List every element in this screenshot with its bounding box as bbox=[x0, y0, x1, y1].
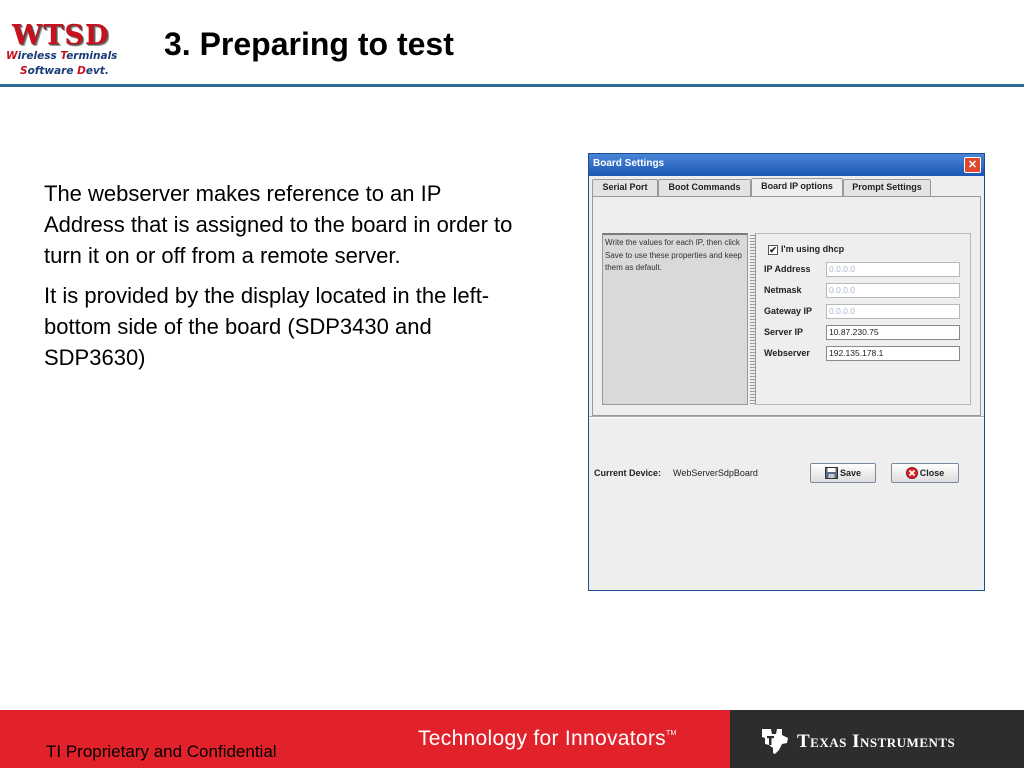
footer-slogan: Technology for InnovatorsTM bbox=[418, 727, 677, 751]
ip-address-label: IP Address bbox=[764, 264, 811, 274]
netmask-label: Netmask bbox=[764, 285, 802, 295]
confidential-notice: TI Proprietary and Confidential bbox=[46, 742, 277, 761]
logo-cap: S bbox=[20, 65, 28, 77]
dialog-separator bbox=[589, 416, 984, 418]
gateway-ip-label: Gateway IP bbox=[764, 306, 813, 316]
dhcp-label: I'm using dhcp bbox=[781, 244, 845, 254]
ip-address-field[interactable]: 0.0.0.0 bbox=[826, 262, 960, 277]
save-button[interactable]: Save bbox=[810, 463, 876, 483]
body-paragraph-2: It is provided by the display located in… bbox=[44, 283, 490, 370]
gateway-ip-field[interactable]: 0.0.0.0 bbox=[826, 304, 960, 319]
webserver-label: Webserver bbox=[764, 348, 810, 358]
header-divider bbox=[0, 84, 1024, 87]
close-label: Close bbox=[919, 468, 945, 478]
logo-cap: W bbox=[6, 50, 18, 62]
close-circle-icon bbox=[905, 467, 918, 479]
logo-text: erminals bbox=[66, 50, 118, 62]
checkbox-check-icon[interactable]: ✔ bbox=[768, 245, 778, 255]
tab-serial-port[interactable]: Serial Port bbox=[592, 179, 658, 196]
webserver-field[interactable]: 192.135.178.1 bbox=[826, 346, 960, 361]
current-device-label: Current Device: bbox=[594, 468, 662, 478]
ip-form: ✔ I'm using dhcp IP Address 0.0.0.0 Netma… bbox=[755, 233, 971, 405]
slide-body: The webserver makes reference to an IP A… bbox=[44, 178, 524, 382]
body-paragraph-1: The webserver makes reference to an IP A… bbox=[44, 181, 513, 268]
close-button[interactable]: Close bbox=[891, 463, 959, 483]
dhcp-checkbox[interactable]: ✔ I'm using dhcp bbox=[768, 244, 844, 255]
trademark-mark: TM bbox=[665, 730, 677, 737]
logo-line-1: Wireless Terminals bbox=[6, 50, 117, 62]
dialog-titlebar[interactable]: Board Settings ✕ bbox=[589, 154, 984, 176]
logo-text: oftware bbox=[27, 65, 78, 77]
company-name: Texas Instruments bbox=[797, 731, 956, 752]
current-device-value: WebServerSdpBoard bbox=[673, 468, 758, 478]
save-label: Save bbox=[839, 468, 862, 478]
board-ip-options-panel: Write the values for each IP, then click… bbox=[592, 196, 981, 416]
info-text: Write the values for each IP, then click… bbox=[602, 233, 748, 405]
netmask-field[interactable]: 0.0.0.0 bbox=[826, 283, 960, 298]
logo-cap: D bbox=[77, 65, 86, 77]
logo-text: evt. bbox=[85, 65, 109, 77]
tab-boot-commands[interactable]: Boot Commands bbox=[658, 179, 751, 196]
floppy-disk-icon bbox=[824, 467, 838, 479]
logo-text: ireless bbox=[17, 50, 61, 62]
window-close-icon[interactable]: ✕ bbox=[964, 157, 981, 173]
tab-board-ip-options[interactable]: Board IP options bbox=[751, 178, 843, 197]
logo-line-2: Software Devt. bbox=[20, 65, 109, 77]
dialog-title: Board Settings bbox=[593, 158, 665, 169]
slogan-text: Technology for Innovators bbox=[418, 727, 666, 750]
server-ip-label: Server IP bbox=[764, 327, 804, 337]
texas-instruments-logo-icon bbox=[762, 729, 788, 754]
wtsd-logo: WTSD Wireless Terminals Software Devt. bbox=[6, 22, 126, 80]
board-settings-dialog: Board Settings ✕ Serial Port Boot Comman… bbox=[588, 153, 985, 591]
page-title: 3. Preparing to test bbox=[164, 26, 454, 62]
tab-prompt-settings[interactable]: Prompt Settings bbox=[843, 179, 931, 196]
logo-mark: WTSD bbox=[12, 20, 110, 51]
server-ip-field[interactable]: 10.87.230.75 bbox=[826, 325, 960, 340]
